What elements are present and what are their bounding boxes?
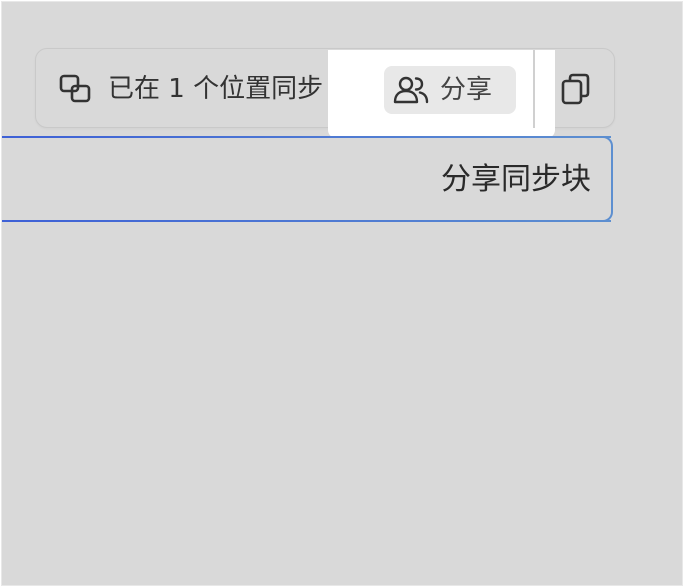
sync-block-toolbar: 已在 1 个位置同步 分享 (35, 48, 615, 138)
sync-status-label: 已在 1 个位置同步 (108, 74, 324, 104)
synced-block[interactable]: 分享同步块 (2, 136, 613, 222)
synced-block-text: 分享同步块 (441, 162, 591, 197)
page-canvas: 已在 1 个位置同步 分享 分享同步块 (1, 1, 683, 586)
share-button-label: 分享 (440, 75, 493, 105)
share-highlight-panel: 分享 (328, 50, 555, 138)
toolbar-divider (533, 50, 535, 128)
share-button[interactable]: 分享 (384, 66, 516, 114)
copy-icon[interactable] (560, 71, 592, 107)
sync-blocks-icon (58, 73, 94, 105)
people-icon (392, 74, 430, 106)
